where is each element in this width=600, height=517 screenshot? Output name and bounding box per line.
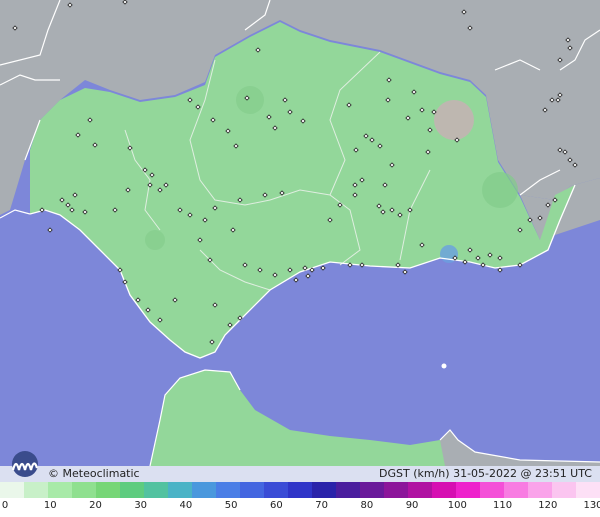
scale-swatch bbox=[360, 482, 384, 498]
scale-swatch bbox=[480, 482, 504, 498]
scale-swatch bbox=[336, 482, 360, 498]
scale-swatch bbox=[240, 482, 264, 498]
scale-swatch bbox=[288, 482, 312, 498]
legend-caption: DGST (km/h) 31-05-2022 @ 23:51 UTC bbox=[379, 467, 592, 480]
scale-tick-label: 130 bbox=[583, 500, 600, 511]
scale-tick-label: 80 bbox=[360, 500, 374, 511]
scale-swatch bbox=[528, 482, 552, 498]
meteoclimatic-logo bbox=[11, 451, 39, 477]
scale-tick-label: 60 bbox=[270, 500, 283, 511]
scale-tick-label: 50 bbox=[224, 500, 238, 511]
scale-swatch bbox=[216, 482, 240, 498]
scale-tick-label: 120 bbox=[538, 500, 558, 511]
scale-swatch bbox=[144, 482, 168, 498]
scale-tick-label: 70 bbox=[315, 500, 328, 511]
scale-swatch bbox=[408, 482, 432, 498]
scale-swatch bbox=[504, 482, 528, 498]
scale-tick-label: 0 bbox=[1, 500, 9, 511]
scale-swatch bbox=[24, 482, 48, 498]
scale-color-bar bbox=[0, 482, 600, 498]
high-gust-area-jaen bbox=[434, 100, 474, 140]
scale-swatch bbox=[312, 482, 336, 498]
scale-tick-label: 30 bbox=[134, 500, 148, 511]
scale-swatch bbox=[456, 482, 480, 498]
scale-tick-label: 10 bbox=[43, 500, 57, 511]
brand-label: © Meteoclimatic bbox=[48, 467, 140, 480]
scale-swatch bbox=[264, 482, 288, 498]
green-patch bbox=[482, 172, 518, 208]
scale-swatch bbox=[120, 482, 144, 498]
scale-swatch bbox=[384, 482, 408, 498]
scale-tick-labels: 0 10 20 30 40 50 60 70 80 90 100 110 120 130 bbox=[0, 498, 600, 517]
scale-tick-label: 20 bbox=[89, 500, 102, 511]
wind-gust-map bbox=[0, 0, 600, 517]
scale-tick-label: 110 bbox=[492, 500, 513, 511]
scale-swatch bbox=[96, 482, 120, 498]
scale-swatch bbox=[72, 482, 96, 498]
scale-swatch bbox=[552, 482, 576, 498]
scale-swatch bbox=[432, 482, 456, 498]
scale-swatch bbox=[0, 482, 24, 498]
green-patch bbox=[236, 86, 264, 114]
scale-swatch bbox=[48, 482, 72, 498]
scale-tick-label: 100 bbox=[447, 500, 467, 511]
scale-tick-label: 90 bbox=[405, 500, 419, 511]
scale-tick-label: 40 bbox=[179, 500, 193, 511]
scale-swatch bbox=[576, 482, 600, 498]
alboran-island bbox=[441, 363, 447, 369]
color-scale: 0 10 20 30 40 50 60 70 80 90 100 110 120 130 bbox=[0, 482, 600, 517]
scale-swatch bbox=[192, 482, 216, 498]
scale-swatch bbox=[168, 482, 192, 498]
map-canvas bbox=[0, 0, 600, 466]
green-patch bbox=[145, 230, 165, 250]
credit-bar: © Meteoclimatic DGST (km/h) 31-05-2022 @… bbox=[0, 466, 600, 482]
